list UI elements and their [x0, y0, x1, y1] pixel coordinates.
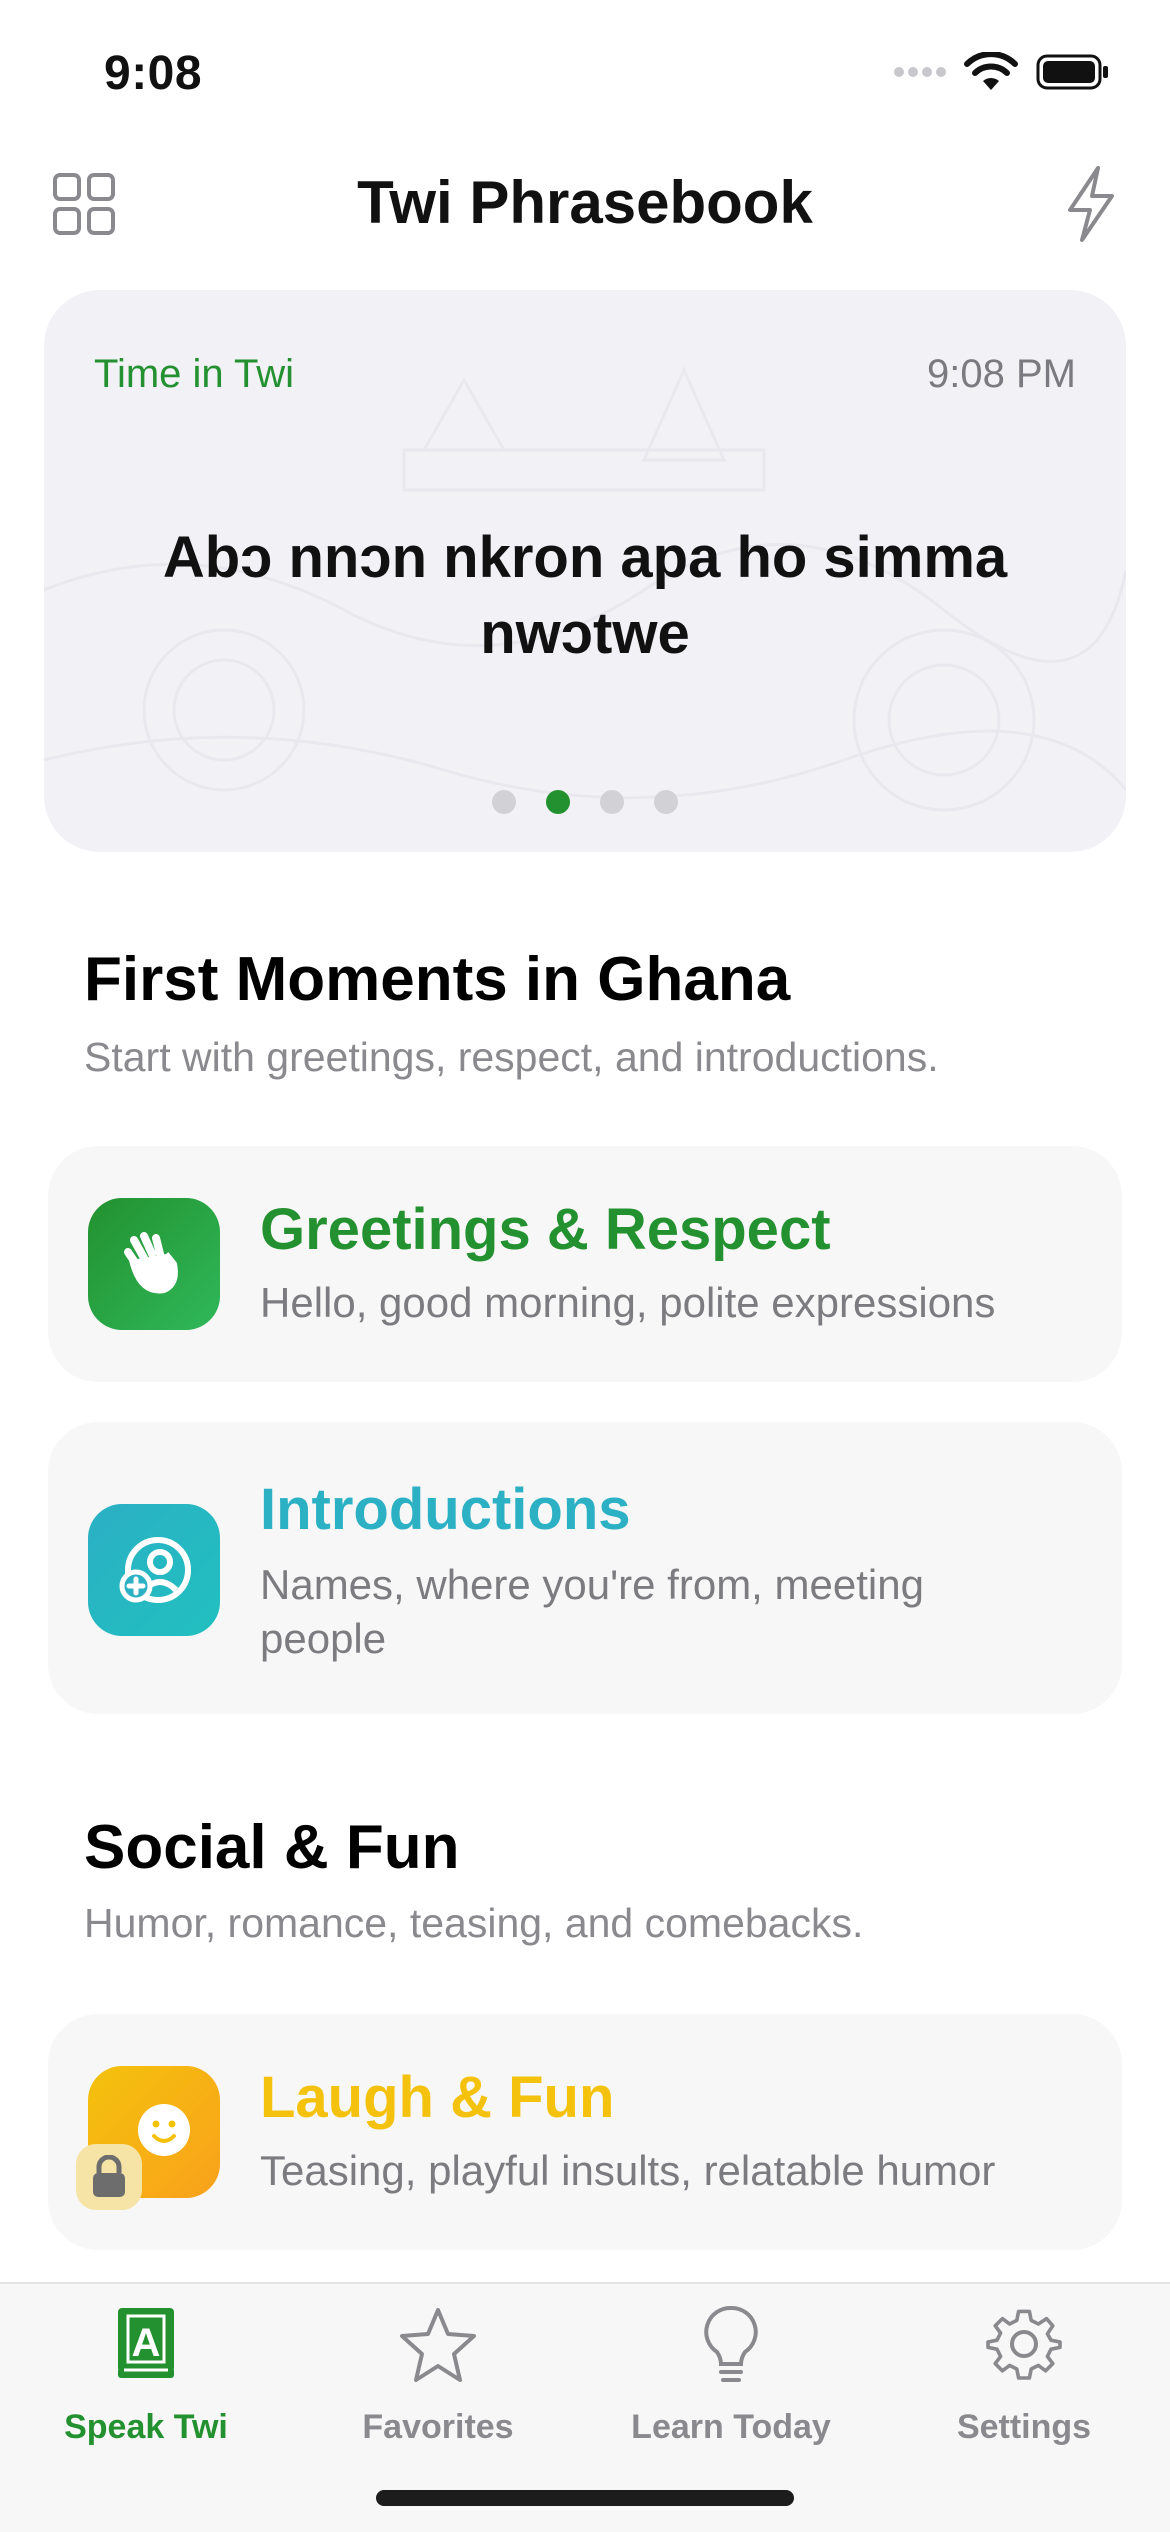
home-indicator: [376, 2490, 794, 2506]
lock-icon: [76, 2144, 142, 2210]
tab-label: Speak Twi: [64, 2408, 228, 2446]
signal-icon: [894, 67, 946, 77]
time-in-twi-card[interactable]: Time in Twi 9:08 PM Abɔ nnɔn nkron apa h…: [44, 290, 1126, 852]
status-bar: 9:08: [0, 0, 1170, 150]
section-title: Social & Fun: [84, 1813, 460, 1882]
tab-label: Learn Today: [631, 2408, 831, 2446]
page-dot[interactable]: [654, 790, 678, 814]
card-title: Greetings & Respect: [260, 1197, 831, 1262]
card-title: Laugh & Fun: [260, 2065, 615, 2130]
section-subtitle: Humor, romance, teasing, and comebacks.: [84, 1900, 864, 1946]
twi-phrase: Abɔ nnɔn nkron apa ho simma nwɔtwe: [162, 525, 1008, 666]
page-dot[interactable]: [600, 790, 624, 814]
bolt-icon[interactable]: [1062, 164, 1118, 244]
section-title: First Moments in Ghana: [84, 945, 791, 1014]
tab-learn-today[interactable]: Learn Today: [585, 2284, 877, 2484]
category-card-laugh-fun[interactable]: Laugh & Fun Teasing, playful insults, re…: [48, 2014, 1122, 2250]
page-dot-active[interactable]: [546, 790, 570, 814]
waving-hand-icon: [88, 1198, 220, 1330]
tab-settings[interactable]: Settings: [878, 2284, 1170, 2484]
wifi-icon: [964, 52, 1018, 90]
header: Twi Phrasebook: [0, 160, 1170, 250]
hero-label: Time in Twi: [94, 352, 295, 396]
card-description: Hello, good morning, polite expressions: [260, 1279, 996, 1326]
lightbulb-icon: [585, 2304, 877, 2394]
tab-speak-twi[interactable]: A Speak Twi: [0, 2284, 292, 2484]
section-subtitle: Start with greetings, respect, and intro…: [84, 1034, 939, 1080]
page-title: Twi Phrasebook: [357, 169, 813, 236]
card-description: Names, where you're from, meeting people: [260, 1561, 924, 1662]
star-icon: [292, 2304, 584, 2394]
tab-label: Favorites: [362, 2408, 514, 2446]
tab-favorites[interactable]: Favorites: [292, 2284, 584, 2484]
card-description: Teasing, playful insults, relatable humo…: [260, 2147, 996, 2194]
category-card-introductions[interactable]: Introductions Names, where you're from, …: [48, 1422, 1122, 1714]
svg-text:A: A: [132, 2321, 161, 2365]
hero-time: 9:08 PM: [927, 352, 1076, 396]
category-card-greetings[interactable]: Greetings & Respect Hello, good morning,…: [48, 1146, 1122, 1382]
page-indicator[interactable]: [44, 790, 1126, 814]
tab-label: Settings: [956, 2408, 1092, 2446]
battery-icon: [1036, 54, 1108, 90]
page-dot[interactable]: [492, 790, 516, 814]
gear-icon: [878, 2304, 1170, 2394]
add-person-icon: [88, 1504, 220, 1636]
status-icons: [894, 52, 1110, 92]
book-icon: A: [0, 2304, 292, 2394]
card-title: Introductions: [260, 1477, 631, 1542]
status-time: 9:08: [104, 47, 203, 100]
